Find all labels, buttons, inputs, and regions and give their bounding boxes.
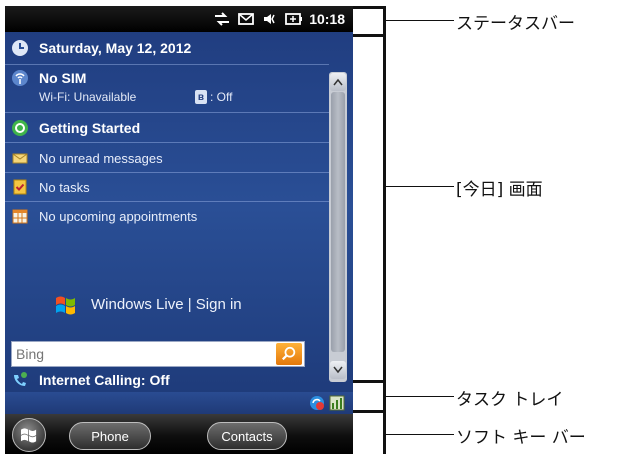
windows-start-icon bbox=[21, 428, 37, 443]
callout-bracket bbox=[383, 6, 386, 36]
search-icon bbox=[281, 346, 296, 361]
getting-started-label: Getting Started bbox=[39, 120, 141, 136]
sync-icon[interactable] bbox=[309, 395, 325, 411]
callout-line bbox=[386, 186, 454, 187]
callout-bracket bbox=[383, 412, 386, 454]
chevron-up-icon bbox=[333, 78, 343, 86]
callout-bracket bbox=[383, 36, 386, 382]
divider bbox=[5, 172, 329, 173]
phone-softkey[interactable]: Phone bbox=[69, 422, 151, 450]
callout-line bbox=[386, 396, 454, 397]
tasks-label: No tasks bbox=[39, 179, 90, 195]
task-tray bbox=[5, 392, 353, 414]
task-tray-callout: タスク トレイ bbox=[456, 390, 564, 410]
today-screen: Saturday, May 12, 2012 No SIM Wi-Fi: Una… bbox=[5, 32, 329, 392]
divider bbox=[5, 112, 329, 113]
messages-icon bbox=[11, 149, 29, 167]
windows-live-label: Windows Live | Sign in bbox=[91, 295, 242, 313]
calendar-icon bbox=[11, 207, 29, 225]
callout-bracket bbox=[353, 380, 386, 383]
battery-icon[interactable] bbox=[285, 11, 303, 27]
soft-key-bar: Phone Contacts bbox=[5, 414, 353, 454]
sim-item[interactable]: No SIM bbox=[5, 68, 329, 88]
messages-item[interactable]: No unread messages bbox=[5, 148, 329, 168]
connectivity-icon[interactable] bbox=[213, 11, 231, 27]
internet-calling-icon bbox=[11, 371, 29, 389]
sim-label: No SIM bbox=[39, 70, 87, 86]
bluetooth-label: : Off bbox=[210, 90, 233, 104]
start-button[interactable] bbox=[12, 418, 46, 452]
volume-icon[interactable] bbox=[261, 11, 279, 27]
memory-icon[interactable] bbox=[329, 395, 345, 411]
appointments-item[interactable]: No upcoming appointments bbox=[5, 206, 329, 226]
scroll-up-button[interactable] bbox=[330, 73, 346, 91]
internet-calling-item[interactable]: Internet Calling: Off bbox=[5, 370, 329, 390]
soft-key-bar-callout: ソフト キー バー bbox=[456, 428, 586, 448]
tasks-item[interactable]: No tasks bbox=[5, 177, 329, 197]
bluetooth-status[interactable]: ʙ : Off bbox=[195, 90, 232, 104]
clock[interactable]: 10:18 bbox=[309, 11, 345, 27]
search-button[interactable] bbox=[276, 343, 302, 365]
status-bar[interactable]: 10:18 bbox=[5, 6, 353, 32]
messages-label: No unread messages bbox=[39, 150, 163, 166]
date-label: Saturday, May 12, 2012 bbox=[39, 40, 192, 56]
appointments-label: No upcoming appointments bbox=[39, 208, 198, 224]
mail-icon[interactable] bbox=[237, 11, 255, 27]
windows-live-item[interactable]: Windows Live | Sign in bbox=[53, 292, 242, 316]
wifi-status[interactable]: Wi-Fi: Unavailable bbox=[39, 90, 136, 104]
divider bbox=[5, 64, 329, 65]
bing-search-box[interactable] bbox=[11, 341, 305, 367]
scrollbar[interactable] bbox=[329, 72, 347, 382]
wireless-icon bbox=[11, 69, 29, 87]
callout-bracket bbox=[353, 34, 386, 37]
divider bbox=[5, 201, 329, 202]
search-input[interactable] bbox=[14, 344, 274, 364]
clock-icon bbox=[11, 39, 29, 57]
getting-started-item[interactable]: Getting Started bbox=[5, 118, 329, 138]
divider bbox=[5, 142, 329, 143]
getting-started-icon bbox=[11, 119, 29, 137]
today-screen-callout: [今日] 画面 bbox=[456, 180, 543, 200]
device-screen: 10:18 Saturday, May 12, 2012 No SIM Wi-F… bbox=[5, 6, 353, 454]
chevron-down-icon bbox=[333, 366, 343, 374]
callout-bracket bbox=[383, 382, 386, 412]
tasks-icon bbox=[11, 178, 29, 196]
callout-line bbox=[386, 434, 454, 435]
callout-line bbox=[386, 20, 454, 21]
scroll-down-button[interactable] bbox=[330, 361, 346, 379]
contacts-softkey[interactable]: Contacts bbox=[207, 422, 287, 450]
callout-bracket bbox=[353, 6, 386, 9]
status-bar-callout: ステータスバー bbox=[456, 14, 575, 34]
scroll-thumb[interactable] bbox=[331, 92, 345, 352]
date-item[interactable]: Saturday, May 12, 2012 bbox=[5, 38, 329, 58]
bluetooth-icon: ʙ bbox=[195, 90, 207, 104]
windows-logo-icon bbox=[56, 296, 75, 315]
internet-calling-label: Internet Calling: Off bbox=[39, 372, 170, 388]
callout-bracket bbox=[353, 410, 386, 413]
